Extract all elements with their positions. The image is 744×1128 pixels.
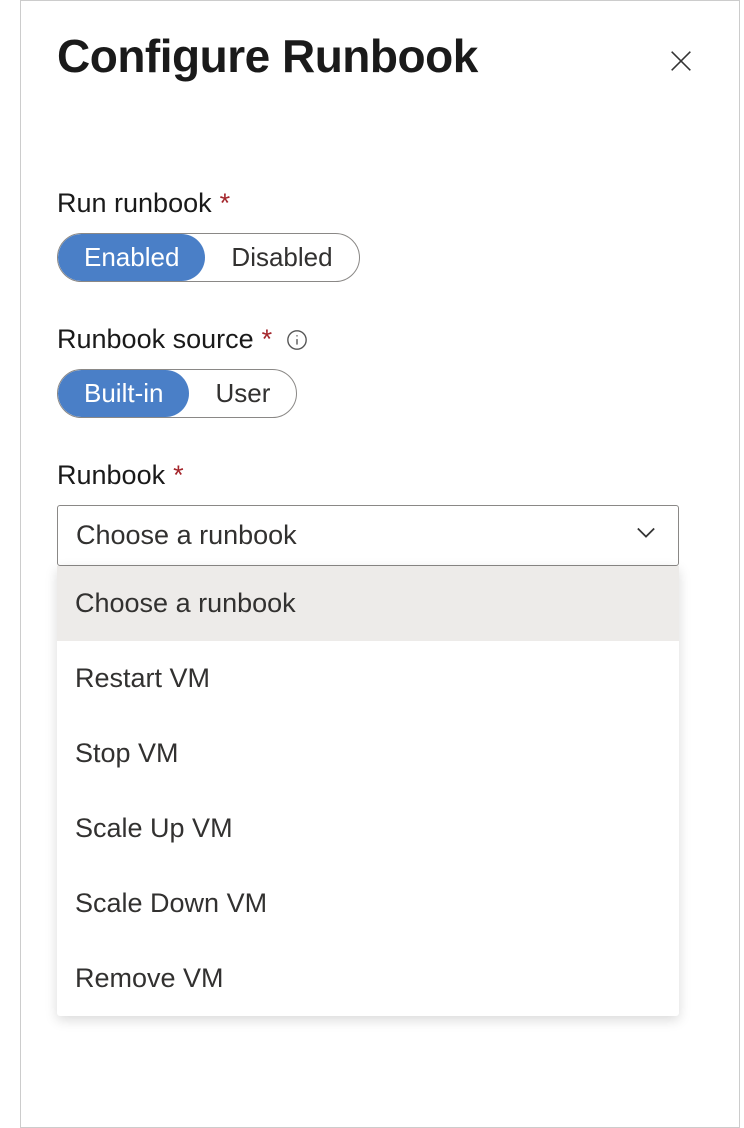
runbook-dropdown: Choose a runbook Choose a runbook Restar…	[57, 505, 679, 566]
configure-runbook-panel: Configure Runbook Run runbook * Enabled …	[20, 0, 740, 1128]
run-runbook-disabled-option[interactable]: Disabled	[205, 234, 358, 281]
chevron-down-icon	[632, 518, 660, 553]
required-indicator: *	[173, 460, 184, 491]
runbook-selected-value: Choose a runbook	[76, 520, 297, 551]
runbook-dropdown-list: Choose a runbook Restart VM Stop VM Scal…	[57, 566, 679, 1016]
run-runbook-enabled-option[interactable]: Enabled	[58, 234, 205, 281]
page-title: Configure Runbook	[57, 29, 478, 83]
run-runbook-toggle: Enabled Disabled	[57, 233, 360, 282]
runbook-source-label-text: Runbook source	[57, 324, 254, 355]
runbook-label: Runbook *	[57, 460, 703, 491]
runbook-source-toggle: Built-in User	[57, 369, 297, 418]
runbook-source-label: Runbook source *	[57, 324, 703, 355]
runbook-source-user-option[interactable]: User	[189, 370, 296, 417]
runbook-option-remove-vm[interactable]: Remove VM	[57, 941, 679, 1016]
close-icon	[667, 47, 695, 80]
info-icon[interactable]	[286, 329, 308, 351]
runbook-source-field: Runbook source * Built-in User	[57, 324, 703, 418]
runbook-dropdown-trigger[interactable]: Choose a runbook	[57, 505, 679, 566]
run-runbook-field: Run runbook * Enabled Disabled	[57, 188, 703, 282]
required-indicator: *	[262, 324, 273, 355]
runbook-option-scale-up-vm[interactable]: Scale Up VM	[57, 791, 679, 866]
runbook-option-stop-vm[interactable]: Stop VM	[57, 716, 679, 791]
required-indicator: *	[220, 188, 231, 219]
runbook-label-text: Runbook	[57, 460, 165, 491]
close-button[interactable]	[659, 39, 703, 88]
panel-header: Configure Runbook	[57, 29, 703, 88]
runbook-source-builtin-option[interactable]: Built-in	[58, 370, 189, 417]
run-runbook-label-text: Run runbook	[57, 188, 212, 219]
run-runbook-label: Run runbook *	[57, 188, 703, 219]
runbook-field: Runbook * Choose a runbook Choose a runb…	[57, 460, 703, 566]
runbook-option-scale-down-vm[interactable]: Scale Down VM	[57, 866, 679, 941]
runbook-option-choose[interactable]: Choose a runbook	[57, 566, 679, 641]
runbook-option-restart-vm[interactable]: Restart VM	[57, 641, 679, 716]
